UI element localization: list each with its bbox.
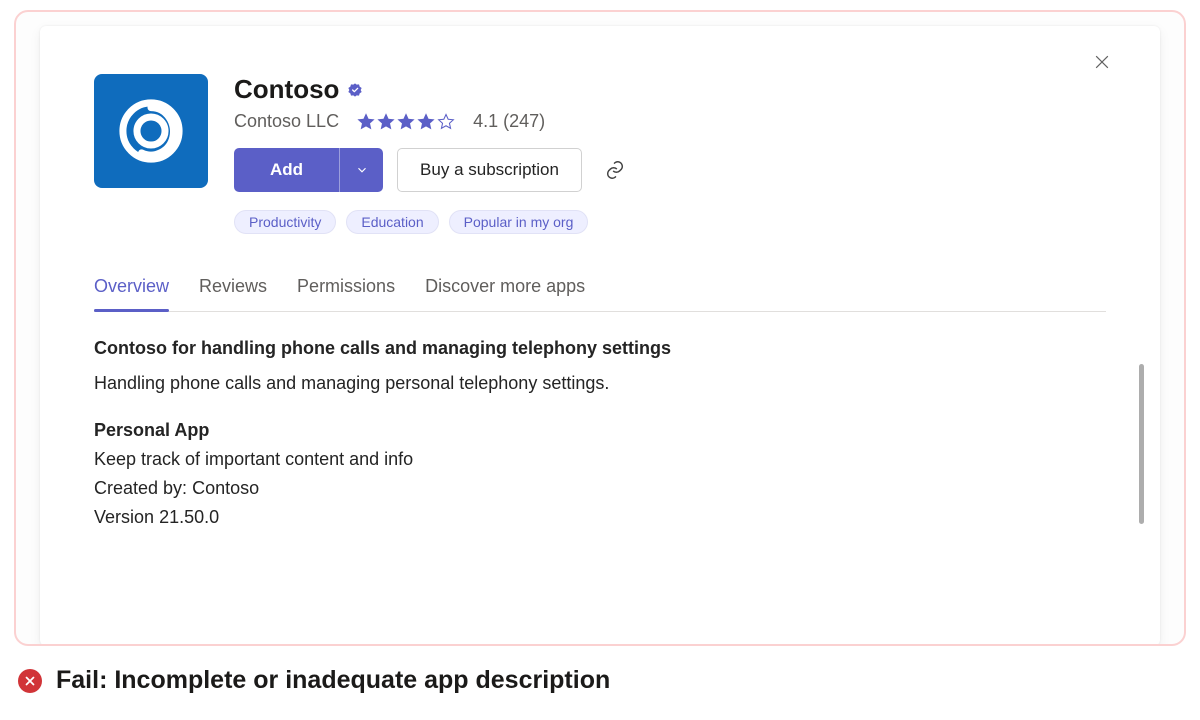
add-split-button: Add bbox=[234, 148, 383, 192]
tag-pill[interactable]: Productivity bbox=[234, 210, 336, 234]
overview-content: Contoso for handling phone calls and man… bbox=[94, 338, 1106, 531]
verified-badge-icon bbox=[347, 82, 363, 98]
chevron-down-icon bbox=[355, 163, 369, 177]
tab-reviews[interactable]: Reviews bbox=[199, 276, 267, 311]
close-button[interactable] bbox=[1092, 52, 1112, 72]
star-filled-icon bbox=[397, 113, 415, 131]
fail-icon bbox=[18, 669, 42, 693]
tags-row: Productivity Education Popular in my org bbox=[234, 210, 1106, 234]
app-logo-icon bbox=[112, 92, 190, 170]
link-icon bbox=[604, 159, 626, 181]
tag-pill[interactable]: Popular in my org bbox=[449, 210, 589, 234]
created-by-value: Contoso bbox=[192, 478, 259, 498]
version-label: Version bbox=[94, 507, 154, 527]
x-icon bbox=[23, 674, 37, 688]
add-button[interactable]: Add bbox=[234, 148, 339, 192]
publisher-name: Contoso LLC bbox=[234, 111, 339, 132]
app-header: Contoso Contoso LLC 4.1 (247) Ad bbox=[94, 74, 1106, 234]
tab-overview[interactable]: Overview bbox=[94, 276, 169, 311]
app-header-info: Contoso Contoso LLC 4.1 (247) Ad bbox=[234, 74, 1106, 234]
created-by-label: Created by: bbox=[94, 478, 187, 498]
star-filled-icon bbox=[417, 113, 435, 131]
validation-frame: Contoso Contoso LLC 4.1 (247) Ad bbox=[14, 10, 1186, 646]
app-icon bbox=[94, 74, 208, 188]
version-value: 21.50.0 bbox=[159, 507, 219, 527]
section-line-createdby: Created by: Contoso bbox=[94, 474, 1106, 503]
copy-link-button[interactable] bbox=[596, 151, 634, 189]
overview-headline: Contoso for handling phone calls and man… bbox=[94, 338, 1106, 359]
tag-pill[interactable]: Education bbox=[346, 210, 438, 234]
section-line-version: Version 21.50.0 bbox=[94, 503, 1106, 532]
app-detail-card: Contoso Contoso LLC 4.1 (247) Ad bbox=[40, 26, 1160, 646]
overview-summary: Handling phone calls and managing person… bbox=[94, 373, 1106, 394]
section-line-tagline: Keep track of important content and info bbox=[94, 445, 1106, 474]
fail-banner: Fail: Incomplete or inadequate app descr… bbox=[14, 666, 1186, 695]
close-icon bbox=[1092, 52, 1112, 72]
rating-stars bbox=[357, 113, 455, 131]
tabs: Overview Reviews Permissions Discover more … bbox=[94, 276, 1106, 312]
star-filled-icon bbox=[357, 113, 375, 131]
fail-text: Fail: Incomplete or inadequate app descr… bbox=[56, 666, 610, 695]
star-filled-icon bbox=[377, 113, 395, 131]
app-title: Contoso bbox=[234, 74, 339, 105]
add-dropdown-button[interactable] bbox=[339, 148, 383, 192]
scrollbar-thumb[interactable] bbox=[1139, 364, 1144, 524]
section-title: Personal App bbox=[94, 420, 1106, 441]
tab-discover-more-apps[interactable]: Discover more apps bbox=[425, 276, 585, 311]
tab-permissions[interactable]: Permissions bbox=[297, 276, 395, 311]
star-empty-icon bbox=[437, 113, 455, 131]
rating-text: 4.1 (247) bbox=[473, 111, 545, 132]
buy-subscription-button[interactable]: Buy a subscription bbox=[397, 148, 582, 192]
